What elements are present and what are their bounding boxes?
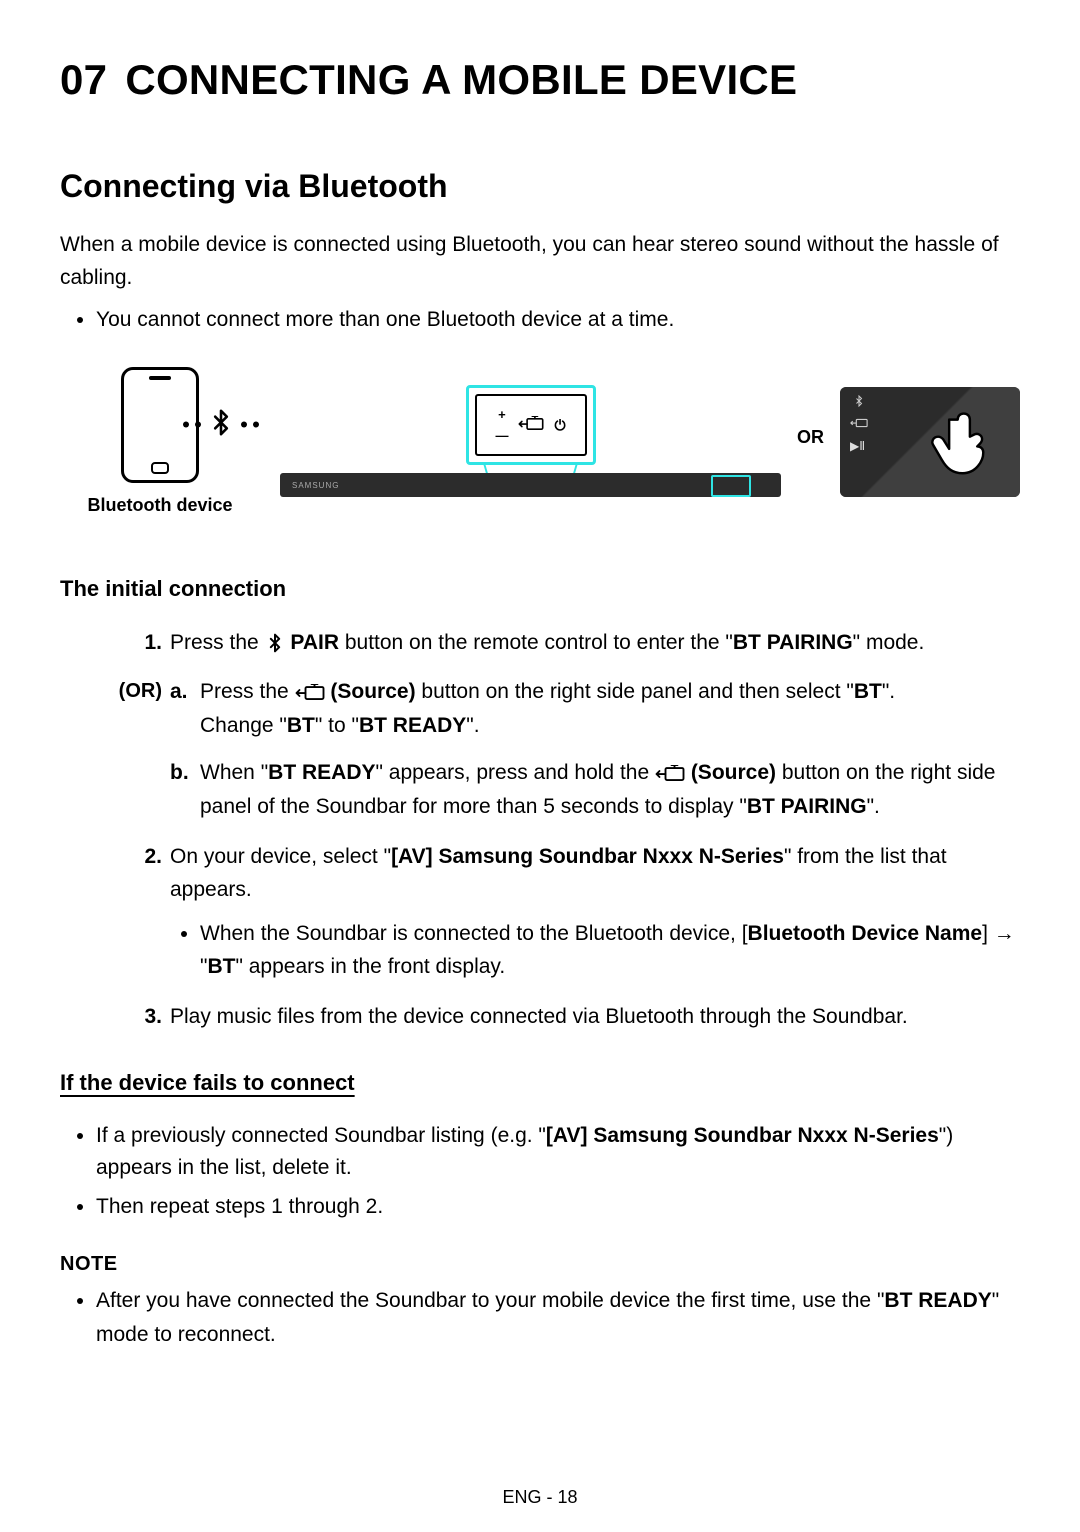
source-icon <box>295 684 325 702</box>
chapter-title: CONNECTING A MOBILE DEVICE <box>125 56 797 103</box>
diagram: Bluetooth device +— <box>60 367 1020 516</box>
page-footer: ENG - 18 <box>0 1487 1080 1508</box>
bluetooth-signal <box>183 408 259 441</box>
steps-initial: 1. Press the PAIR button on the remote c… <box>60 626 1020 1034</box>
step-number: 3. <box>144 1000 162 1034</box>
soundbar-brand: SAMSUNG <box>292 481 339 490</box>
fails-bullets: If a previously connected Soundbar listi… <box>60 1120 1020 1224</box>
sub-heading-fails: If the device fails to connect <box>60 1070 1020 1096</box>
bluetooth-icon <box>207 408 235 441</box>
section-bullets: You cannot connect more than one Bluetoo… <box>60 304 1020 337</box>
step-number: 1. <box>144 626 162 660</box>
bullet-item: Then repeat steps 1 through 2. <box>96 1191 1020 1224</box>
manual-page: 07 CONNECTING A MOBILE DEVICE Connecting … <box>0 0 1080 1532</box>
bluetooth-caption: Bluetooth device <box>87 495 232 516</box>
source-icon <box>655 765 685 783</box>
step-1: 1. Press the PAIR button on the remote c… <box>60 626 1020 660</box>
step-3: 3. Play music files from the device conn… <box>60 1000 1020 1034</box>
sub-heading-initial: The initial connection <box>60 576 1020 602</box>
power-icon: ⏻ <box>554 417 565 434</box>
soundbar-body: SAMSUNG <box>280 473 781 497</box>
section-title: Connecting via Bluetooth <box>60 168 1020 205</box>
note-bullets: After you have connected the Soundbar to… <box>60 1284 1020 1351</box>
step-2: 2. On your device, select "[AV] Samsung … <box>60 840 1020 984</box>
panel-source-icon <box>850 417 868 429</box>
bullet-item: After you have connected the Soundbar to… <box>96 1284 1020 1351</box>
step-letter: b. <box>170 756 189 790</box>
or-marker: (OR) <box>119 675 162 707</box>
zoom-callout: +— ⏻ <box>466 385 596 465</box>
bluetooth-pair-icon <box>265 633 285 653</box>
bullet-item: You cannot connect more than one Bluetoo… <box>96 304 1020 337</box>
page-title: 07 CONNECTING A MOBILE DEVICE <box>60 56 1020 104</box>
step-a: a. Press the (Source) button on the righ… <box>170 675 1020 742</box>
step-or: (OR) a. Press the (Source) button on the… <box>60 675 1020 823</box>
step-number: 2. <box>144 840 162 874</box>
sub-bullet: When the Soundbar is connected to the Bl… <box>200 917 1020 984</box>
or-label: OR <box>797 427 824 448</box>
source-icon <box>518 416 544 435</box>
panel-icons: ▶Ⅱ <box>850 395 868 453</box>
step-b: b. When "BT READY" appears, press and ho… <box>170 756 1020 823</box>
section-intro: When a mobile device is connected using … <box>60 229 1020 294</box>
chapter-number: 07 <box>60 56 107 104</box>
volume-icon: +— <box>495 408 508 442</box>
note-heading: NOTE <box>60 1253 1020 1276</box>
soundbar-diagram: +— ⏻ SAMSUNG <box>280 385 781 497</box>
diagram-phone-block: Bluetooth device <box>60 367 260 516</box>
touch-panel-diagram: ▶Ⅱ <box>840 387 1020 497</box>
hand-icon <box>926 405 1004 483</box>
diagram-right: +— ⏻ SAMSUNG <box>280 385 1020 497</box>
step-letter: a. <box>170 675 188 709</box>
bullet-item: If a previously connected Soundbar listi… <box>96 1120 1020 1185</box>
zoom-source-region <box>711 475 751 497</box>
panel-play-icon: ▶Ⅱ <box>850 439 868 453</box>
panel-bt-pair-icon <box>850 395 868 407</box>
